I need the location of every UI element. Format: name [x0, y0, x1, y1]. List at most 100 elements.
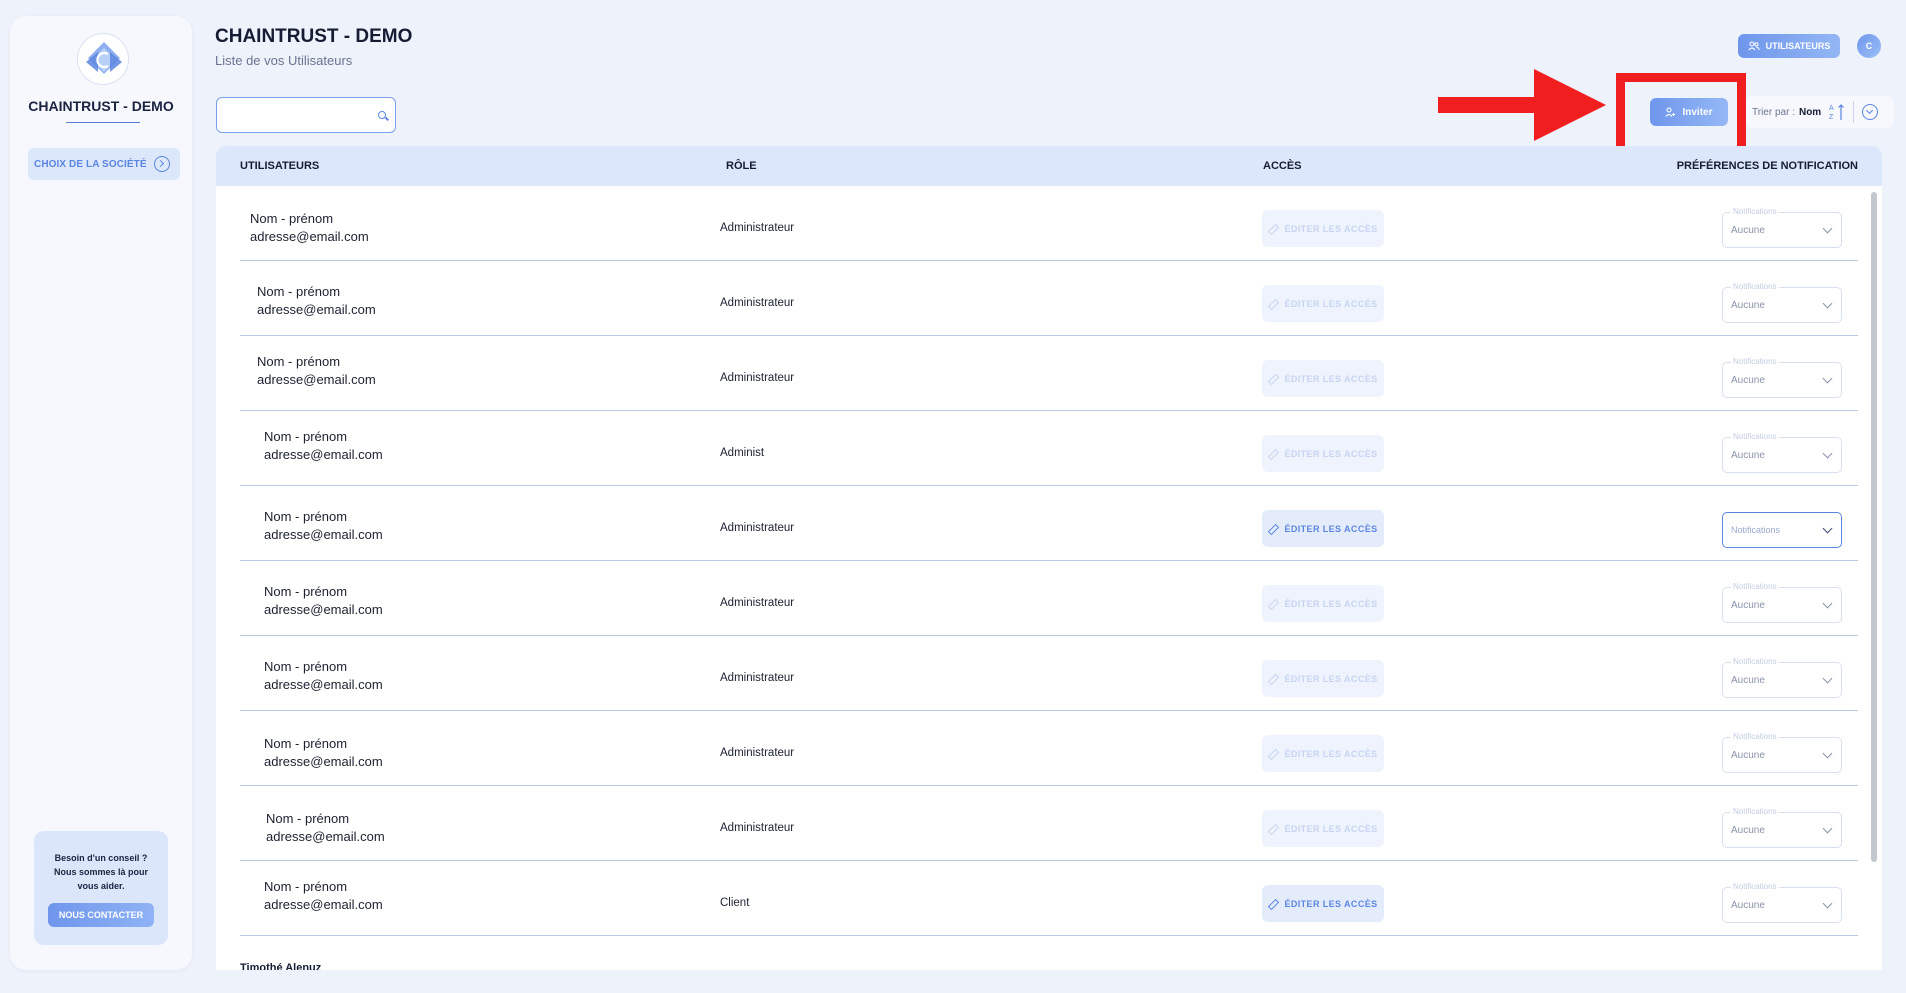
choose-company-button[interactable]: CHOIX DE LA SOCIÉTÉ: [28, 148, 180, 180]
table-row: Nom - prénom adresse@email.com Administ …: [240, 411, 1858, 486]
notification-select[interactable]: Notifications Aucune: [1722, 357, 1842, 398]
user-name: Nom - prénom: [264, 879, 348, 894]
page-subtitle: Liste de vos Utilisateurs: [215, 53, 353, 68]
chevron-down-icon: [1822, 823, 1833, 834]
notification-select[interactable]: Notifications Aucune: [1722, 732, 1842, 773]
edit-access-label: ÉDITER LES ACCÈS: [1284, 523, 1378, 534]
chevron-down-icon: [1822, 748, 1833, 759]
notification-value: Notifications: [1731, 525, 1781, 535]
sort-control: Trier par : Nom AZ: [1746, 96, 1894, 128]
edit-access-label: ÉDITER LES ACCÈS: [1284, 298, 1378, 309]
user-cell: Nom - prénom adresse@email.com: [257, 353, 376, 389]
users-nav-label: UTILISATEURS: [1765, 41, 1831, 51]
pencil-icon: [1268, 599, 1278, 609]
pencil-icon: [1268, 374, 1278, 384]
table-row: Nom - prénom adresse@email.com Administr…: [240, 561, 1858, 636]
user-role: Administrateur: [720, 522, 795, 534]
user-name: Nom - prénom: [264, 509, 348, 524]
edit-access-button[interactable]: ÉDITER LES ACCÈS: [1262, 585, 1384, 622]
company-logo: [77, 33, 129, 85]
annotation-arrow-icon: [1438, 69, 1606, 141]
search-icon[interactable]: [378, 111, 386, 119]
user-email: adresse@email.com: [264, 754, 383, 769]
user-cell: Nom - prénom adresse@email.com: [250, 210, 369, 246]
edit-access-label: ÉDITER LES ACCÈS: [1284, 748, 1378, 759]
notification-select[interactable]: Notifications Aucune: [1722, 582, 1842, 623]
edit-access-button[interactable]: ÉDITER LES ACCÈS: [1262, 660, 1384, 697]
chevron-down-icon: [1822, 298, 1833, 309]
notification-select[interactable]: Notifications Aucune: [1722, 432, 1842, 473]
pencil-icon: [1268, 824, 1278, 834]
user-role: Administ: [720, 447, 765, 459]
sort-value[interactable]: Nom: [1799, 107, 1821, 118]
user-name: Nom - prénom: [257, 354, 341, 369]
sort-label: Trier par :: [1752, 106, 1795, 118]
user-role: Administrateur: [720, 222, 795, 234]
pencil-icon: [1268, 899, 1278, 909]
notification-select[interactable]: Notifications Aucune: [1722, 657, 1842, 698]
avatar[interactable]: C: [1857, 34, 1881, 58]
search-box: [216, 97, 396, 133]
user-email: adresse@email.com: [264, 447, 383, 462]
edit-access-button[interactable]: ÉDITER LES ACCÈS: [1262, 435, 1384, 472]
user-cell: Nom - prénom adresse@email.com: [264, 735, 383, 771]
edit-access-button[interactable]: ÉDITER LES ACCÈS: [1262, 210, 1384, 247]
edit-access-label: ÉDITER LES ACCÈS: [1284, 373, 1378, 384]
sidebar-company-name: CHAINTRUST - DEMO: [28, 98, 174, 114]
sort-divider: [1853, 101, 1855, 123]
notification-select[interactable]: Notifications Aucune: [1722, 282, 1842, 323]
users-icon: [1747, 41, 1760, 51]
edit-access-button[interactable]: ÉDITER LES ACCÈS: [1262, 885, 1384, 922]
pencil-icon: [1268, 524, 1278, 534]
edit-access-label: ÉDITER LES ACCÈS: [1284, 448, 1378, 459]
notification-select[interactable]: Notifications Aucune: [1722, 807, 1842, 848]
notification-select[interactable]: Notifications Aucune: [1722, 207, 1842, 248]
user-email: adresse@email.com: [257, 302, 376, 317]
invite-button[interactable]: Inviter: [1650, 98, 1728, 126]
chevron-down-circle-icon[interactable]: [1862, 104, 1879, 120]
chevron-down-icon: [1822, 523, 1833, 534]
edit-access-button[interactable]: ÉDITER LES ACCÈS: [1262, 810, 1384, 847]
user-email: adresse@email.com: [250, 229, 369, 244]
table-row: Nom - prénom adresse@email.com Administr…: [240, 636, 1858, 711]
edit-access-button[interactable]: ÉDITER LES ACCÈS: [1262, 735, 1384, 772]
svg-text:Z: Z: [1829, 114, 1834, 121]
user-role: Administrateur: [720, 672, 795, 684]
notification-legend: Notifications: [1731, 882, 1779, 891]
page-title: CHAINTRUST - DEMO: [215, 26, 413, 47]
user-name: Nom - prénom: [264, 659, 348, 674]
notification-select[interactable]: Notifications Aucune: [1722, 882, 1842, 923]
chevron-down-icon: [1822, 373, 1833, 384]
users-nav-button[interactable]: UTILISATEURS: [1738, 34, 1840, 58]
user-cell: Nom - prénom adresse@email.com: [266, 810, 385, 846]
user-name: Nom - prénom: [250, 211, 334, 226]
table-scrollbar[interactable]: [1871, 192, 1877, 862]
chevron-down-icon: [1822, 898, 1833, 909]
notification-legend: Notifications: [1731, 582, 1779, 591]
chevron-down-icon: [1822, 598, 1833, 609]
table-header: UTILISATEURS RÔLE ACCÈS PRÉFÉRENCES DE N…: [216, 146, 1882, 186]
user-cell: Nom - prénom adresse@email.com: [264, 508, 383, 544]
notification-value: Aucune: [1731, 900, 1765, 911]
svg-text:A: A: [1829, 105, 1834, 112]
notification-value: Aucune: [1731, 300, 1765, 311]
sidebar: CHAINTRUST - DEMO CHOIX DE LA SOCIÉTÉ Be…: [10, 16, 192, 970]
edit-access-label: ÉDITER LES ACCÈS: [1284, 223, 1378, 234]
edit-access-button[interactable]: ÉDITER LES ACCÈS: [1262, 510, 1384, 547]
edit-access-button[interactable]: ÉDITER LES ACCÈS: [1262, 360, 1384, 397]
notification-value: Aucune: [1731, 375, 1765, 386]
table-row: Nom - prénom adresse@email.com Administr…: [240, 711, 1858, 786]
search-input[interactable]: [225, 104, 365, 126]
user-email: adresse@email.com: [266, 829, 385, 844]
column-role: RÔLE: [726, 160, 757, 172]
notification-select[interactable]: Notifications: [1722, 512, 1842, 548]
user-name: Nom - prénom: [266, 811, 350, 826]
notification-legend: Notifications: [1731, 657, 1779, 666]
az-ascending-icon[interactable]: AZ: [1829, 103, 1845, 121]
contact-button[interactable]: NOUS CONTACTER: [48, 903, 154, 927]
table-row: Nom - prénom adresse@email.com Administr…: [240, 261, 1858, 336]
edit-access-button[interactable]: ÉDITER LES ACCÈS: [1262, 285, 1384, 322]
add-user-icon: [1665, 107, 1676, 117]
user-email: adresse@email.com: [257, 372, 376, 387]
pencil-icon: [1268, 449, 1278, 459]
